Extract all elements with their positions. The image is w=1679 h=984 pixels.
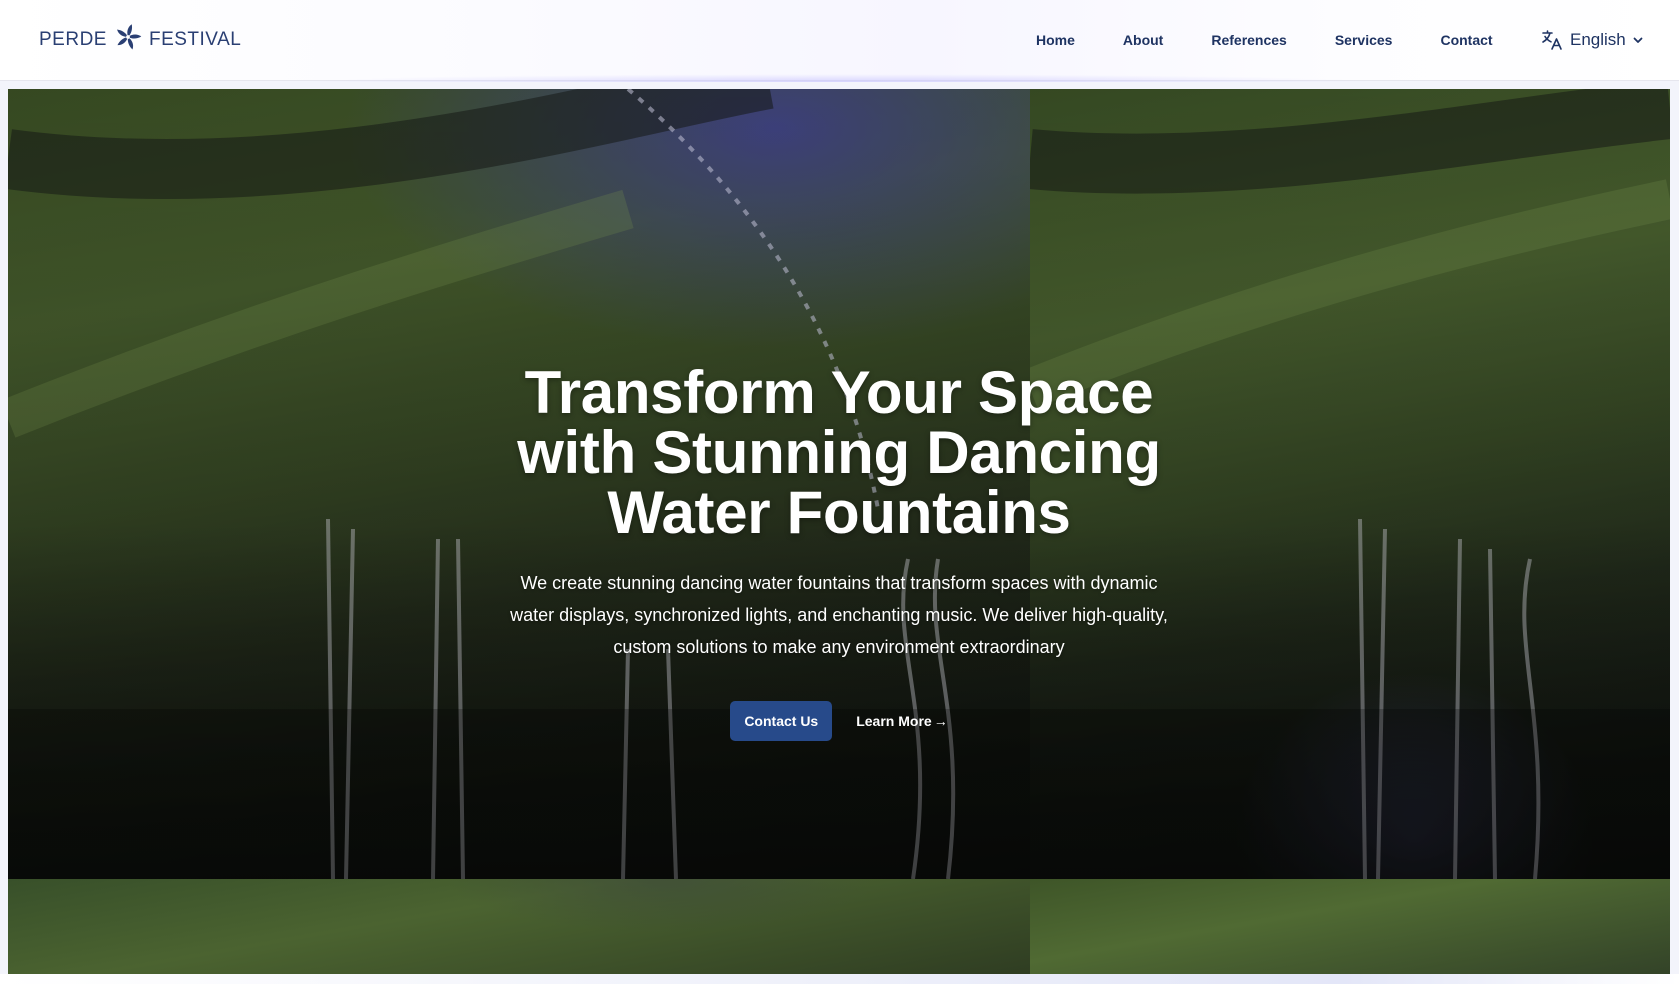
hero-content: Transform Your Space with Stunning Danci…	[8, 363, 1670, 741]
learn-more-button[interactable]: Learn More →	[856, 713, 947, 729]
nav-references[interactable]: References	[1211, 32, 1287, 48]
learn-more-label: Learn More	[856, 713, 932, 729]
chevron-down-icon	[1632, 34, 1644, 46]
language-label: English	[1570, 30, 1626, 49]
brand-right-text: FESTIVAL	[148, 29, 242, 50]
pinwheel-flower-icon	[113, 22, 143, 58]
nav-contact[interactable]: Contact	[1440, 32, 1492, 48]
hero-subtitle: We create stunning dancing water fountai…	[510, 573, 1168, 657]
brand-logo[interactable]: PERDE FESTIVAL	[39, 22, 242, 58]
brand-left-text: PERDE	[39, 29, 107, 50]
hero-title: Transform Your Space with Stunning Danci…	[517, 359, 1161, 546]
main-nav: Home About References Services Contact	[1036, 30, 1493, 50]
arrow-right-icon: →	[933, 713, 948, 729]
nav-home[interactable]: Home	[1036, 32, 1075, 48]
site-header: PERDE FESTIVAL Home About References Ser…	[0, 0, 1679, 82]
hero-actions: Contact Us Learn More →	[8, 701, 1670, 741]
bottom-edge	[0, 974, 1679, 984]
hero-section: Transform Your Space with Stunning Danci…	[8, 89, 1670, 879]
translate-icon	[1540, 28, 1564, 52]
strip-image-left	[8, 879, 1030, 974]
nav-about[interactable]: About	[1123, 32, 1163, 48]
language-selector[interactable]: English	[1540, 27, 1644, 53]
nav-services[interactable]: Services	[1335, 32, 1393, 48]
contact-us-button[interactable]: Contact Us	[730, 701, 833, 741]
strip-image-right	[1030, 879, 1670, 974]
next-section-background	[8, 879, 1670, 974]
